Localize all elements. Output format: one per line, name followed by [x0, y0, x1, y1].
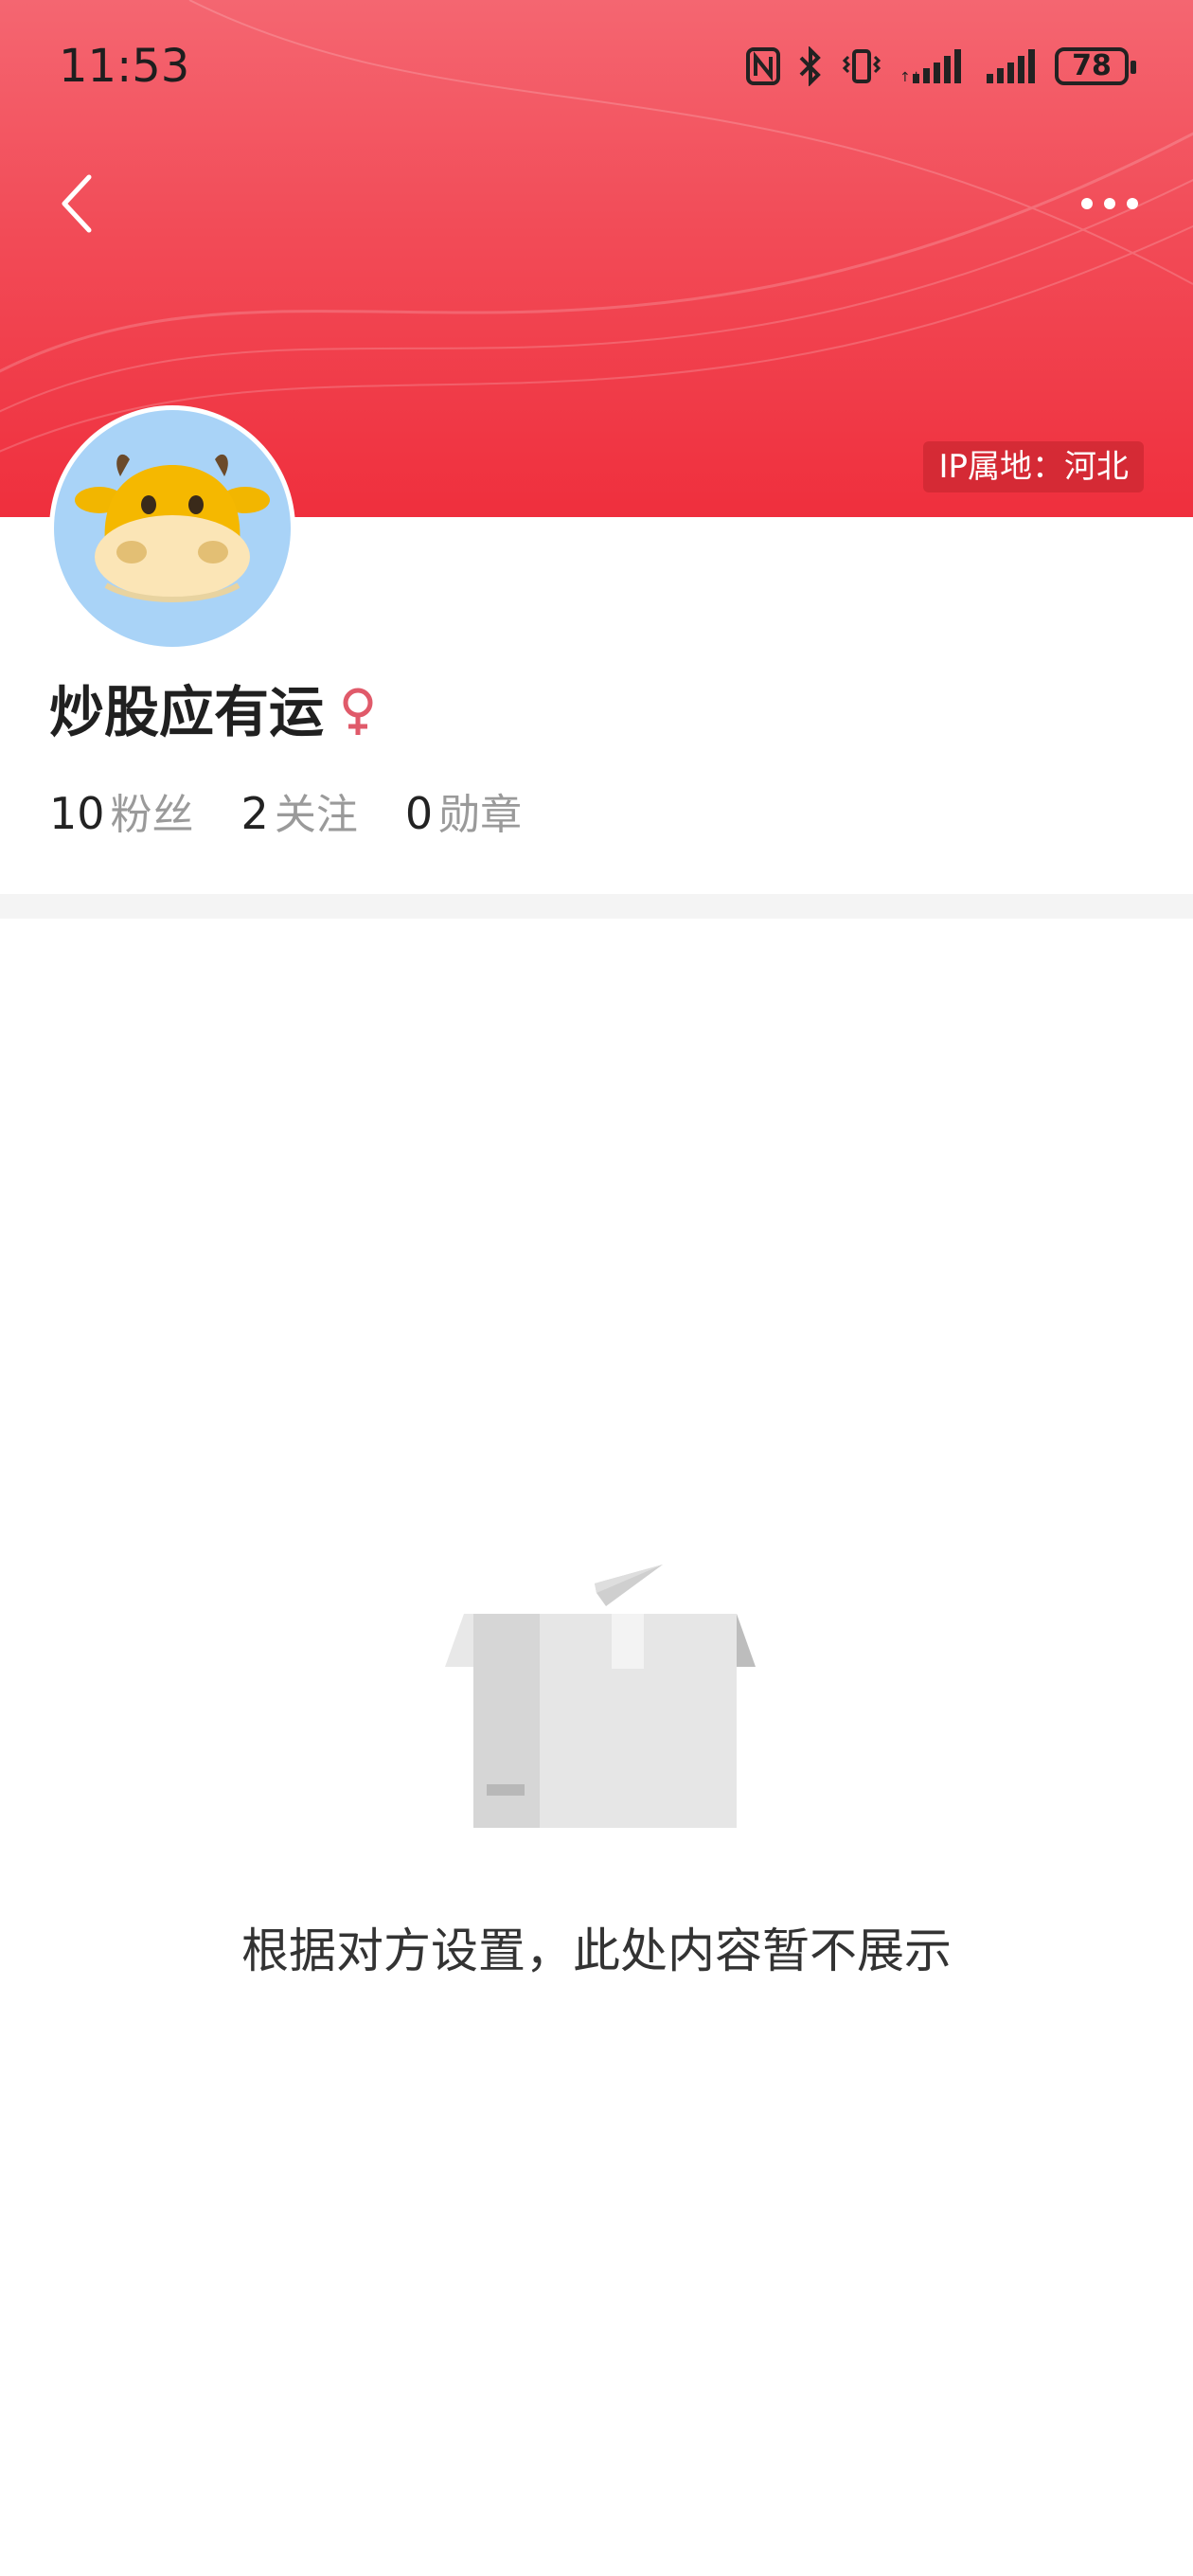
profile-stats: 10 粉丝 2 关注 0 勋章 — [49, 780, 569, 841]
empty-box-icon — [445, 1565, 756, 1828]
status-icons: ↑↓ 78 — [746, 38, 1136, 95]
avatar-cow-image — [54, 410, 291, 647]
more-dots-icon — [1081, 198, 1138, 209]
avatar[interactable] — [49, 405, 295, 652]
cow-avatar-icon — [75, 454, 270, 602]
stat-following[interactable]: 2 关注 — [241, 780, 358, 841]
stat-medals-value: 0 — [404, 788, 434, 839]
back-button[interactable] — [47, 166, 114, 242]
vibrate-icon — [842, 49, 881, 83]
nickname: 炒股应有运 — [49, 680, 325, 744]
female-icon — [343, 688, 373, 735]
nfc-icon — [746, 47, 780, 85]
stat-fans-value: 10 — [49, 788, 105, 839]
stat-medals[interactable]: 0 勋章 — [405, 780, 522, 841]
more-options-button[interactable] — [1072, 180, 1148, 227]
battery-indicator: 78 — [1055, 47, 1136, 85]
signal-sim2-icon — [987, 49, 1035, 83]
signal-sim1-icon: ↑↓ — [899, 49, 961, 85]
status-time: 11:53 — [59, 40, 190, 93]
bluetooth-icon — [799, 46, 821, 86]
stat-medals-label: 勋章 — [438, 791, 523, 839]
svg-text:↑↓: ↑↓ — [899, 70, 921, 85]
stat-fans[interactable]: 10 粉丝 — [49, 780, 194, 841]
stat-following-value: 2 — [240, 788, 269, 839]
section-divider — [0, 894, 1193, 919]
ip-location-badge: IP属地：河北 — [923, 441, 1144, 492]
chevron-left-icon — [62, 174, 92, 233]
empty-state-message: 根据对方设置，此处内容暂不展示 — [241, 1923, 952, 1978]
nickname-row: 炒股应有运 — [49, 674, 379, 750]
stat-fans-label: 粉丝 — [110, 791, 194, 839]
stat-following-label: 关注 — [274, 791, 358, 839]
